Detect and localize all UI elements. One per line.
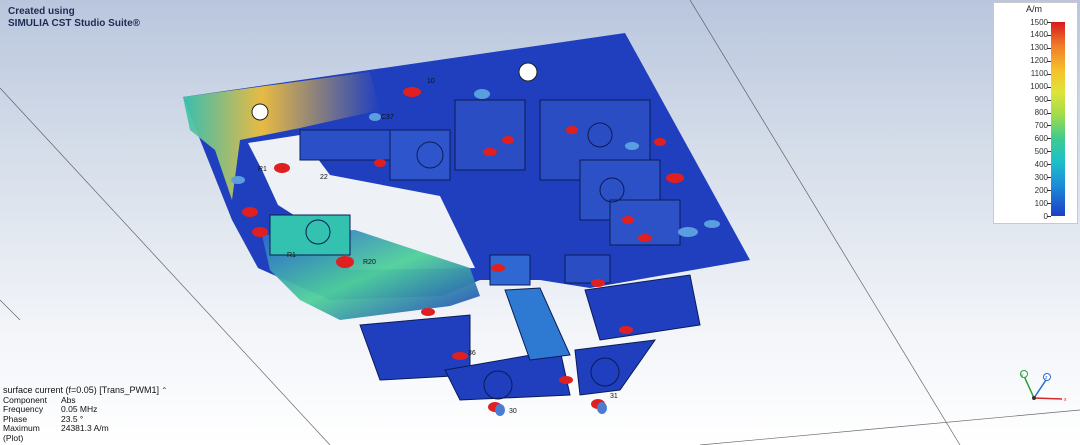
- component-label: C37: [381, 114, 394, 121]
- component-label: 10: [427, 78, 435, 85]
- cst-watermark: Created using SIMULIA CST Studio Suite®: [8, 6, 140, 30]
- legend-tick-label: 1400: [1030, 30, 1048, 40]
- watermark-line-1: Created using: [8, 6, 75, 17]
- mounting-hole-left: [251, 103, 269, 121]
- info-value: 24381.3 A/m: [61, 423, 109, 434]
- chevron-up-icon[interactable]: ⌃: [161, 386, 168, 395]
- legend-tick-mark: [1047, 138, 1051, 140]
- result-info-panel: surface current (f=0.05) [Trans_PWM1] ⌃ C…: [3, 385, 181, 444]
- legend-tick-mark: [1047, 112, 1051, 114]
- legend-tick-mark: [1047, 86, 1051, 88]
- legend-tick-label: 1200: [1030, 56, 1048, 66]
- result-title: surface current (f=0.05) [Trans_PWM1]: [3, 385, 159, 395]
- legend-tick-label: 800: [1034, 108, 1048, 118]
- legend-tick-mark: [1047, 177, 1051, 179]
- component-label: 22: [320, 174, 328, 181]
- legend-unit: A/m: [1026, 4, 1043, 14]
- legend-tick-label: 700: [1034, 120, 1048, 130]
- watermark-line-2: SIMULIA CST Studio Suite®: [8, 18, 140, 29]
- legend-tick-mark: [1047, 203, 1051, 205]
- legend-tick-label: 400: [1034, 159, 1048, 169]
- legend-color-bar: [1051, 22, 1065, 216]
- info-row: Frequency 0.05 MHz: [3, 405, 181, 415]
- legend-tick-mark: [1047, 190, 1051, 192]
- legend-tick-label: 300: [1034, 172, 1048, 182]
- legend-tick-label: 1000: [1030, 82, 1048, 92]
- legend-tick-mark: [1047, 125, 1051, 127]
- component-label: R1: [258, 166, 267, 173]
- legend-tick-label: 600: [1034, 133, 1048, 143]
- color-legend: A/m 1500 1400 1300 1200 1100 1000 900 800 700 600…: [993, 2, 1078, 224]
- info-row: Maximum (Plot) 24381.3 A/m: [3, 424, 181, 443]
- mounting-hole-top: [518, 62, 538, 82]
- legend-tick-label: 500: [1034, 146, 1048, 156]
- legend-tick-mark: [1047, 151, 1051, 153]
- legend-tick-mark: [1047, 99, 1051, 101]
- legend-tick-label: 900: [1034, 95, 1048, 105]
- legend-tick-label: 1500: [1030, 17, 1048, 27]
- axes-triad-icon[interactable]: y z x: [1012, 366, 1072, 406]
- legend-tick-label: 100: [1034, 198, 1048, 208]
- component-label: 31: [610, 393, 618, 400]
- legend-tick-label: 1300: [1030, 43, 1048, 53]
- legend-tick-label: 0: [1043, 211, 1048, 221]
- legend-tick-mark: [1047, 60, 1051, 62]
- component-label: R20: [363, 259, 376, 266]
- legend-tick-mark: [1047, 73, 1051, 75]
- legend-tick-mark: [1047, 34, 1051, 36]
- 3d-viewport[interactable]: 10 C37 R1 22 R1 R20 30 31 36 Created usi…: [0, 0, 1080, 445]
- info-key: Maximum (Plot): [3, 423, 40, 443]
- component-label: R1: [287, 252, 296, 259]
- component-label: 36: [468, 350, 476, 357]
- legend-tick-mark: [1047, 22, 1051, 23]
- board-surface-current-plot[interactable]: [0, 0, 1080, 445]
- legend-tick-mark: [1047, 216, 1051, 217]
- component-label: 30: [509, 408, 517, 415]
- legend-tick-label: 1100: [1030, 69, 1048, 79]
- legend-tick-mark: [1047, 47, 1051, 49]
- axis-label-x: x: [1064, 397, 1067, 403]
- legend-tick-mark: [1047, 164, 1051, 166]
- legend-tick-label: 200: [1034, 185, 1048, 195]
